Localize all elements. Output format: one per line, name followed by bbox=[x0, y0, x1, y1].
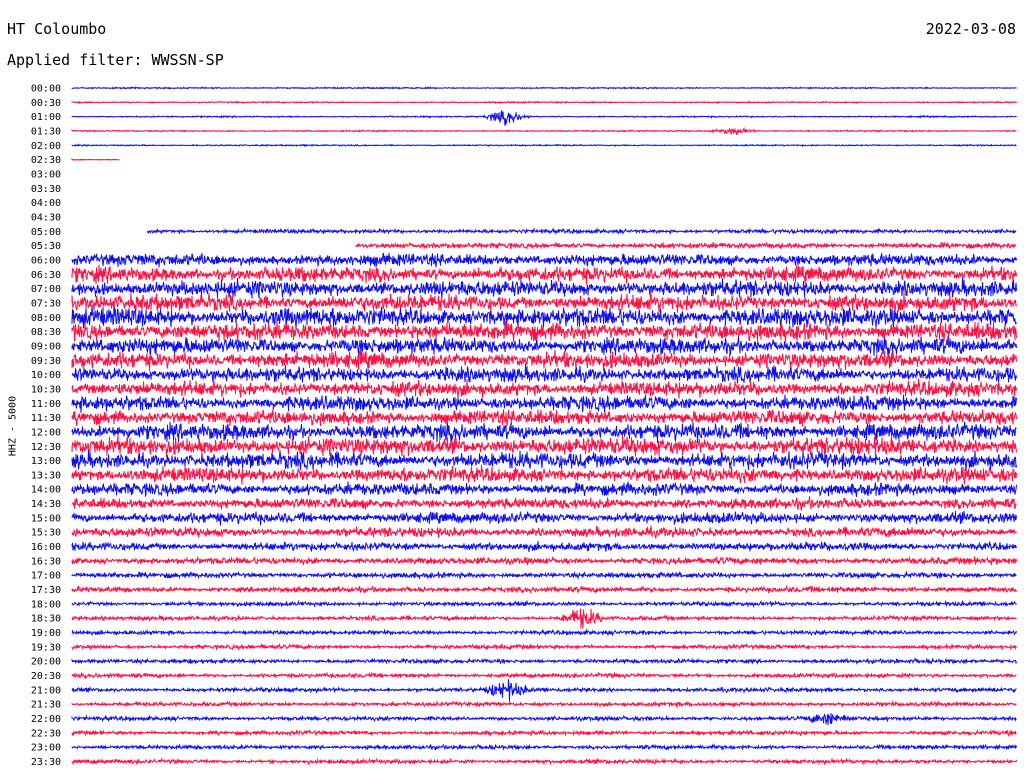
time-label: 22:30 bbox=[31, 728, 61, 739]
trace-line bbox=[71, 319, 1017, 343]
trace-line bbox=[71, 378, 1017, 400]
trace-line bbox=[71, 628, 1017, 637]
time-label: 14:30 bbox=[31, 499, 61, 510]
time-label: 14:00 bbox=[31, 485, 61, 496]
trace-line bbox=[71, 712, 1017, 726]
time-label: 06:00 bbox=[31, 255, 61, 266]
time-label: 08:30 bbox=[31, 327, 61, 338]
time-label: 07:30 bbox=[31, 298, 61, 309]
time-label: 05:30 bbox=[31, 241, 61, 252]
trace-line bbox=[71, 541, 1017, 553]
trace-line bbox=[71, 157, 120, 161]
time-label: 07:00 bbox=[31, 284, 61, 295]
trace-line bbox=[71, 100, 1017, 105]
time-label: 16:30 bbox=[31, 556, 61, 567]
trace-line bbox=[71, 608, 1017, 629]
trace-line bbox=[71, 394, 1017, 413]
trace-line bbox=[71, 671, 1017, 681]
seismic-traces bbox=[71, 85, 1017, 766]
time-label: 02:00 bbox=[31, 141, 61, 152]
time-label: 00:00 bbox=[31, 84, 61, 95]
time-label: 04:30 bbox=[31, 212, 61, 223]
trace-line bbox=[71, 555, 1017, 567]
time-label: 11:00 bbox=[31, 399, 61, 410]
time-label: 21:00 bbox=[31, 685, 61, 696]
time-label: 19:00 bbox=[31, 628, 61, 639]
trace-line bbox=[71, 599, 1017, 608]
trace-line bbox=[71, 584, 1017, 595]
time-label: 15:30 bbox=[31, 528, 61, 539]
trace-line bbox=[71, 525, 1017, 539]
trace-line bbox=[71, 496, 1017, 512]
time-label: 05:00 bbox=[31, 227, 61, 238]
helicorder-plot: 00:00 00:30 01:00 01:30 02:00 02:30 03:00 03:30… bbox=[31, 84, 1017, 769]
trace-line bbox=[71, 277, 1017, 299]
time-label: 04:00 bbox=[31, 198, 61, 209]
time-label: 10:00 bbox=[31, 370, 61, 381]
time-label: 03:30 bbox=[31, 184, 61, 195]
time-label: 18:30 bbox=[31, 614, 61, 625]
trace-line bbox=[71, 349, 1017, 372]
trace-line bbox=[71, 464, 1017, 485]
trace-line bbox=[71, 679, 1017, 702]
time-label: 19:30 bbox=[31, 642, 61, 653]
trace-line bbox=[71, 510, 1017, 526]
trace-line bbox=[71, 570, 1017, 580]
trace-line bbox=[71, 657, 1017, 666]
time-label: 06:30 bbox=[31, 270, 61, 281]
time-label: 23:00 bbox=[31, 743, 61, 754]
time-label: 09:30 bbox=[31, 356, 61, 367]
time-label: 20:00 bbox=[31, 657, 61, 668]
time-label: 15:00 bbox=[31, 513, 61, 524]
trace-line bbox=[71, 252, 1017, 268]
trace-line bbox=[71, 700, 1017, 709]
trace-line bbox=[71, 304, 1017, 329]
trace-line bbox=[71, 728, 1017, 738]
trace-line bbox=[71, 291, 1017, 315]
time-label: 01:30 bbox=[31, 126, 61, 137]
trace-line bbox=[71, 408, 1017, 427]
trace-line bbox=[71, 642, 1017, 652]
trace-line bbox=[71, 264, 1017, 285]
time-label: 12:30 bbox=[31, 442, 61, 453]
trace-line bbox=[71, 336, 1017, 357]
time-label: 01:00 bbox=[31, 112, 61, 123]
time-label: 17:00 bbox=[31, 571, 61, 582]
time-label: 00:30 bbox=[31, 98, 61, 109]
time-label: 11:30 bbox=[31, 413, 61, 424]
time-label: 20:30 bbox=[31, 671, 61, 682]
time-label: 21:30 bbox=[31, 700, 61, 711]
time-label: 22:00 bbox=[31, 714, 61, 725]
time-label: 13:30 bbox=[31, 470, 61, 481]
trace-line bbox=[71, 434, 1017, 458]
time-label: 13:00 bbox=[31, 456, 61, 467]
time-label: 09:00 bbox=[31, 341, 61, 352]
trace-line bbox=[71, 143, 1017, 148]
trace-line bbox=[354, 241, 1017, 250]
time-label: 16:00 bbox=[31, 542, 61, 553]
trace-line bbox=[147, 226, 1017, 236]
time-label: 18:00 bbox=[31, 599, 61, 610]
trace-line bbox=[71, 480, 1017, 498]
time-label: 12:00 bbox=[31, 427, 61, 438]
time-label: 08:00 bbox=[31, 313, 61, 324]
time-label: 10:30 bbox=[31, 384, 61, 395]
trace-line bbox=[71, 743, 1017, 751]
trace-line bbox=[71, 449, 1017, 471]
time-labels: 00:00 00:30 01:00 01:30 02:00 02:30 03:00 03:30… bbox=[31, 84, 61, 769]
trace-line bbox=[71, 110, 1017, 126]
trace-line bbox=[71, 126, 1017, 135]
time-label: 03:00 bbox=[31, 169, 61, 180]
time-label: 02:30 bbox=[31, 155, 61, 166]
trace-line bbox=[71, 756, 1017, 766]
time-label: 23:30 bbox=[31, 757, 61, 768]
time-label: 17:30 bbox=[31, 585, 61, 596]
trace-line bbox=[71, 85, 1017, 90]
